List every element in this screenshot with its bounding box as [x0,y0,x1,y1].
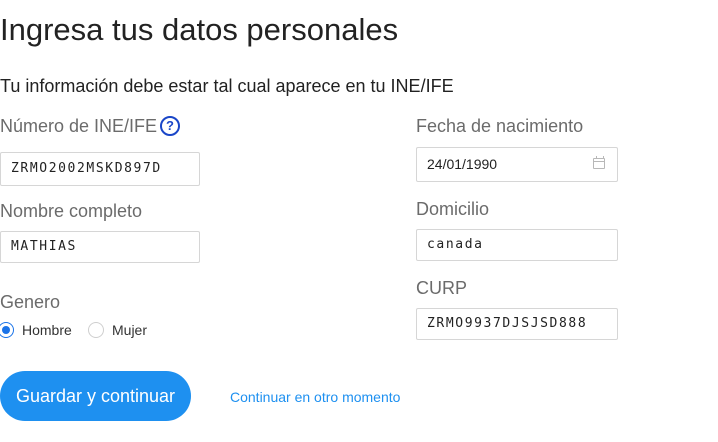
radio-hombre[interactable] [0,322,14,338]
curp-label: CURP [416,278,468,298]
domicilio-label: Domicilio [416,199,490,219]
personal-data-form-page: Ingresa tus datos personales Tu informac… [0,0,718,442]
fecha-value: 24/01/1990 [427,156,498,172]
question-circle-icon[interactable]: ? [160,116,180,136]
domicilio-input[interactable]: canada [416,229,618,261]
radio-mujer[interactable] [88,322,104,338]
curp-input[interactable]: ZRMO9937DJSJSD888 [416,308,618,340]
page-subtitle: Tu información debe estar tal cual apare… [0,76,454,96]
nombre-input[interactable]: MATHIAS [0,231,200,263]
radio-hombre-label[interactable]: Hombre [22,322,72,339]
continue-later-link[interactable]: Continuar en otro momento [230,389,400,405]
ine-label: Número de INE/IFE [0,116,158,136]
calendar-icon[interactable] [593,156,605,169]
genero-label: Genero [0,292,61,312]
fecha-label: Fecha de nacimiento [416,116,584,136]
ine-input[interactable]: ZRMO2002MSKD897D [0,152,200,186]
page-title: Ingresa tus datos personales [0,12,399,47]
fecha-input[interactable]: 24/01/1990 [416,147,618,182]
save-and-continue-button[interactable]: Guardar y continuar [0,371,191,421]
radio-mujer-label[interactable]: Mujer [112,322,147,339]
nombre-label: Nombre completo [0,201,143,221]
